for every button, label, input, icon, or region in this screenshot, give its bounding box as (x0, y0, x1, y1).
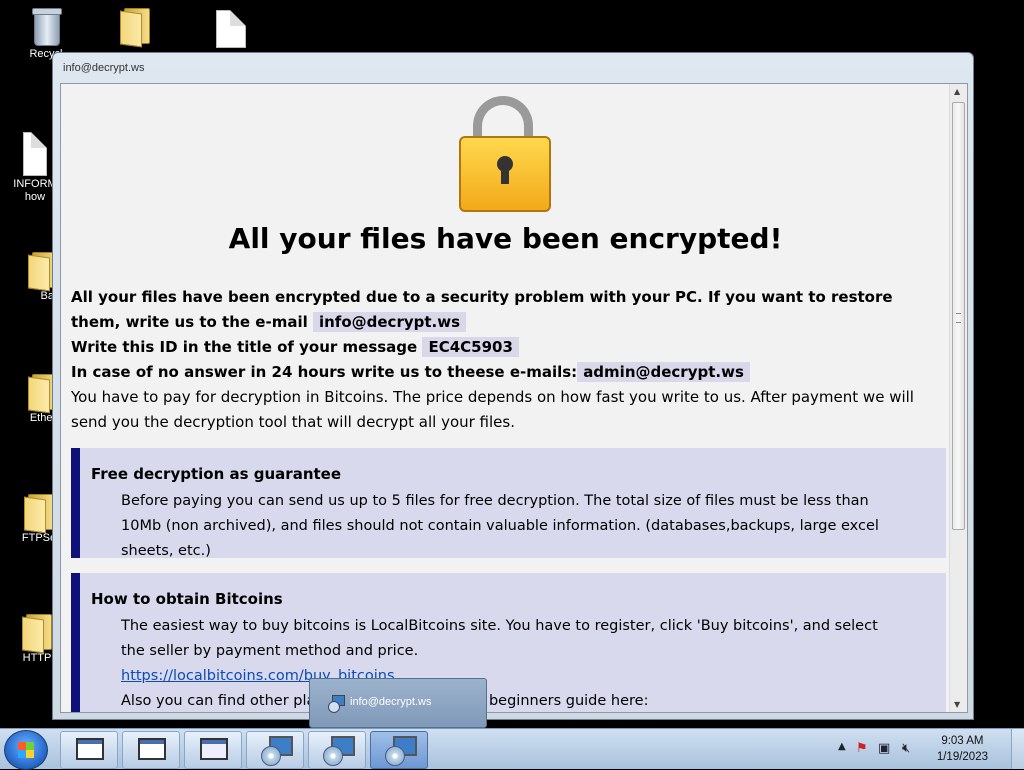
window-icon (138, 738, 166, 760)
window-content: All your files have been encrypted! All … (60, 83, 968, 713)
obtain-bitcoins-box: How to obtain Bitcoins The easiest way t… (71, 573, 946, 712)
file-desktop-icon[interactable] (196, 10, 266, 50)
taskbar: ▲ ⚑ ▣ 🔇︎ 9:03 AM 1/19/2023 (0, 728, 1024, 770)
taskbar-setup-button-2[interactable] (308, 731, 366, 769)
clock-date: 1/19/2023 (936, 751, 988, 763)
volume-muted-icon[interactable]: 🔇︎ (902, 741, 910, 756)
window-icon (76, 738, 104, 760)
headline: All your files have been encrypted! (228, 222, 783, 255)
text-file-icon (23, 132, 47, 176)
obtain-bitcoins-desc: The easiest way to buy bitcoins is Local… (121, 618, 878, 659)
taskbar-window-button-2[interactable] (122, 731, 180, 769)
free-decryption-box: Free decryption as guarantee Before payi… (71, 448, 946, 559)
popup-label: info@decrypt.ws (350, 696, 432, 708)
setup-app-icon (385, 736, 417, 766)
setup-app-icon (328, 695, 345, 713)
scroll-down-arrow-icon[interactable]: ▼ (954, 700, 960, 709)
folder-icon (120, 6, 150, 48)
taskbar-thumbnail-popup[interactable]: info@decrypt.ws (309, 678, 487, 728)
action-center-flag-icon[interactable]: ⚑ (856, 741, 868, 756)
intro-paragraph: All your files have been encrypted due t… (71, 285, 931, 335)
recycle-bin-icon (30, 6, 62, 46)
id-label: Write this ID in the title of your messa… (71, 338, 418, 356)
system-tray: ▲ ⚑ ▣ 🔇︎ 9:03 AM 1/19/2023 (834, 729, 1024, 769)
taskbar-setup-button-active[interactable] (370, 731, 428, 769)
start-button[interactable] (4, 730, 48, 770)
scrollbar-thumb[interactable] (952, 102, 965, 530)
alt-contact-line: In case of no answer in 24 hours write u… (71, 360, 931, 385)
clock-time: 9:03 AM (941, 735, 984, 747)
payment-paragraph: You have to pay for decryption in Bitcoi… (71, 388, 914, 431)
ransom-note-window[interactable]: info@decrypt.ws All your files have been… (52, 52, 974, 720)
alt-contact-label: In case of no answer in 24 hours write u… (71, 363, 578, 381)
show-hidden-icons-arrow-icon[interactable]: ▲ (838, 741, 846, 752)
desktop-icon-label-line2: how (24, 191, 46, 203)
folder-desktop-icon[interactable] (100, 6, 170, 48)
free-decryption-title: Free decryption as guarantee (91, 465, 342, 483)
taskbar-setup-button-1[interactable] (246, 731, 304, 769)
scroll-up-arrow-icon[interactable]: ▲ (954, 87, 960, 96)
intro-text: All your files have been encrypted due t… (71, 288, 893, 331)
folder-icon (24, 492, 54, 534)
desktop-icon-label: FTPSe (21, 532, 57, 544)
contact-email[interactable]: info@decrypt.ws (312, 312, 467, 332)
taskbar-document-button[interactable] (184, 731, 242, 769)
victim-id[interactable]: EC4C5903 (422, 337, 519, 357)
clock[interactable]: 9:03 AM 1/19/2023 (937, 733, 988, 765)
desktop-icon-label: INFORM (13, 178, 57, 190)
obtain-bitcoins-text: The easiest way to buy bitcoins is Local… (121, 614, 891, 712)
desktop-icon-label: HTTP (22, 652, 52, 664)
setup-app-icon (323, 736, 355, 766)
alt-contact-email[interactable]: admin@decrypt.ws (577, 362, 750, 382)
obtain-bitcoins-title: How to obtain Bitcoins (91, 590, 283, 608)
free-decryption-text: Before paying you can send us up to 5 fi… (121, 493, 879, 559)
show-desktop-button[interactable] (1011, 729, 1024, 769)
padlock-icon (459, 96, 555, 212)
id-line: Write this ID in the title of your messa… (71, 335, 931, 360)
setup-app-icon (261, 736, 293, 766)
taskbar-window-button-1[interactable] (60, 731, 118, 769)
window-title: info@decrypt.ws (63, 62, 145, 74)
folder-icon (22, 612, 52, 654)
vertical-scrollbar[interactable]: ▲ ▼ (949, 84, 967, 712)
network-icon[interactable]: ▣ (878, 741, 890, 756)
document-icon (216, 10, 246, 48)
document-viewer-icon (200, 738, 228, 760)
